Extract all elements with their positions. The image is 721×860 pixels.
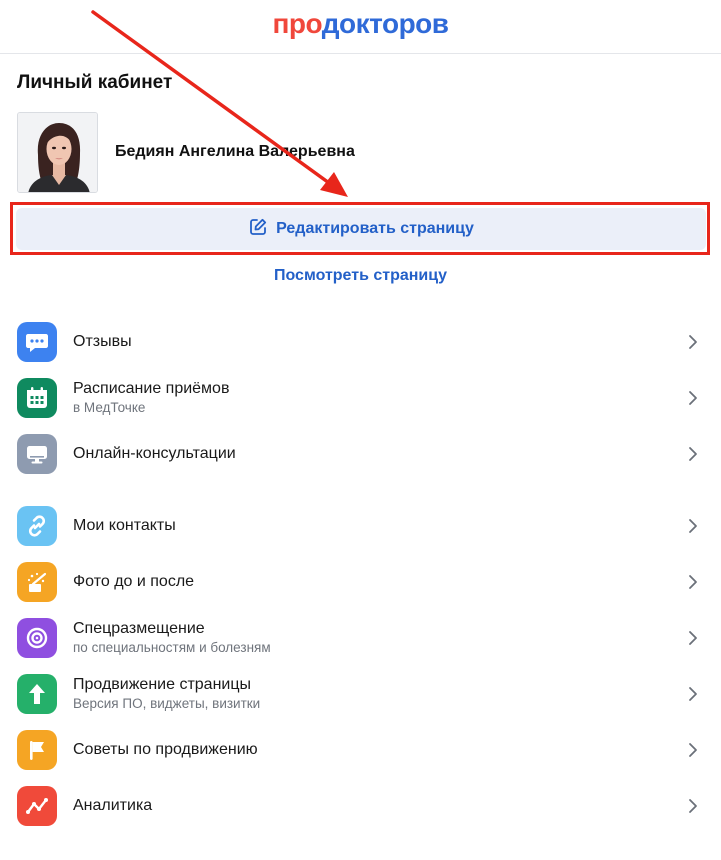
magic-wand-icon (17, 562, 57, 602)
menu-text-contacts: Мои контакты (73, 500, 176, 552)
menu-item-schedule[interactable]: Расписание приёмов в МедТочке (0, 372, 721, 424)
menu-label: Мои контакты (73, 517, 176, 534)
menu-label: Продвижение страницы (73, 676, 251, 693)
logo-part-pro: про (272, 7, 322, 39)
chevron-right-icon (689, 391, 697, 405)
logo-part-doctors: докторов (321, 7, 449, 39)
menu-text-online: Онлайн-консультации (73, 428, 236, 480)
menu-item-analytics[interactable]: Аналитика (0, 780, 721, 832)
doctor-name: Бедиян Ангелина Валерьевна (115, 143, 355, 160)
menu-text-promotion: Продвижение страницы Версия ПО, виджеты,… (73, 668, 260, 720)
edit-icon (248, 217, 268, 242)
monitor-icon (17, 434, 57, 474)
analytics-icon (17, 786, 57, 826)
menu-item-reviews[interactable]: Отзывы (0, 316, 721, 368)
menu-sublabel: в МедТочке (73, 400, 146, 415)
menu-sublabel: по специальностям и болезням (73, 640, 271, 655)
top-bar: продокторов (0, 0, 721, 54)
menu-sublabel: Версия ПО, виджеты, визитки (73, 696, 261, 711)
menu-item-special-placement[interactable]: Спецразмещение по специальностям и болез… (0, 612, 721, 664)
page-title: Личный кабинет (17, 72, 173, 93)
menu-item-contacts[interactable]: Мои контакты (0, 500, 721, 552)
chat-bubble-icon (17, 322, 57, 362)
arrow-up-icon (17, 674, 57, 714)
menu-label: Фото до и после (73, 573, 195, 590)
menu-label: Аналитика (73, 797, 153, 814)
site-logo[interactable]: продокторов (272, 7, 449, 40)
menu-text-photos: Фото до и после (73, 556, 194, 608)
menu-label: Отзывы (73, 333, 132, 350)
chevron-right-icon (689, 519, 697, 533)
menu-text-analytics: Аналитика (73, 780, 152, 832)
menu-item-before-after-photos[interactable]: Фото до и после (0, 556, 721, 608)
menu-text-schedule: Расписание приёмов в МедТочке (73, 372, 229, 424)
chevron-right-icon (689, 799, 697, 813)
avatar-photo (18, 113, 97, 192)
menu-item-page-promotion[interactable]: Продвижение страницы Версия ПО, виджеты,… (0, 668, 721, 720)
link-icon (17, 506, 57, 546)
menu-text-reviews: Отзывы (73, 316, 132, 368)
chevron-right-icon (689, 687, 697, 701)
menu-label: Онлайн-консультации (73, 445, 236, 462)
menu-item-promotion-tips[interactable]: Советы по продвижению (0, 724, 721, 776)
chevron-right-icon (689, 447, 697, 461)
chevron-right-icon (689, 575, 697, 589)
menu-text-tips: Советы по продвижению (73, 724, 258, 776)
view-page-link[interactable]: Посмотреть страницу (0, 267, 721, 285)
calendar-icon (17, 378, 57, 418)
menu-text-special: Спецразмещение по специальностям и болез… (73, 612, 271, 664)
chevron-right-icon (689, 335, 697, 349)
edit-page-button[interactable]: Редактировать страницу (16, 208, 706, 250)
menu-label: Спецразмещение (73, 620, 205, 637)
target-icon (17, 618, 57, 658)
edit-page-label: Редактировать страницу (276, 220, 474, 237)
chevron-right-icon (689, 743, 697, 757)
avatar (17, 112, 98, 193)
menu-label: Расписание приёмов (73, 380, 230, 397)
menu-item-online-consultations[interactable]: Онлайн-консультации (0, 428, 721, 480)
chevron-right-icon (689, 631, 697, 645)
flag-icon (17, 730, 57, 770)
menu-label: Советы по продвижению (73, 741, 258, 758)
